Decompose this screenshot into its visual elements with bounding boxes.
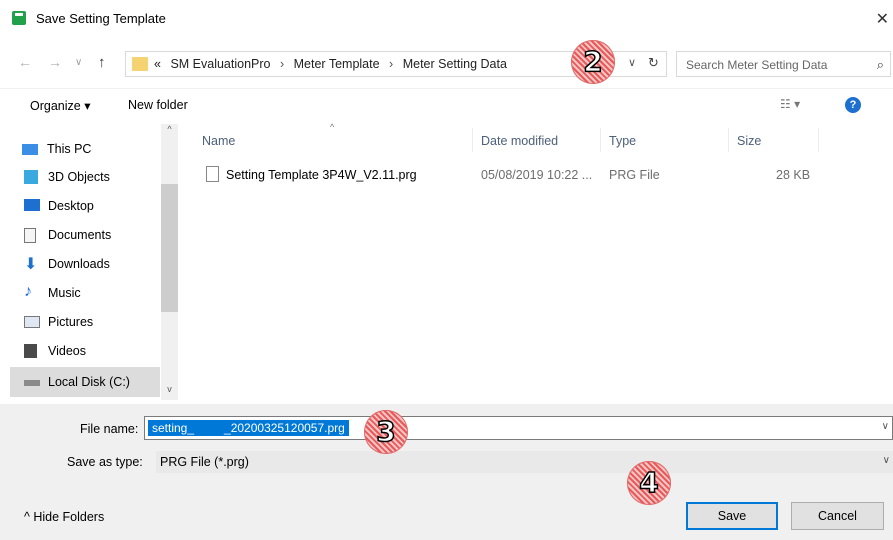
step-number: 2 — [583, 44, 604, 79]
save-type-value: PRG File (*.prg) — [160, 455, 249, 469]
sort-indicator-icon: ^ — [330, 122, 335, 132]
file-type: PRG File — [609, 168, 660, 182]
sidebar-item-videos[interactable]: Videos — [10, 338, 160, 364]
file-name-value[interactable]: setting_ _20200325120057.prg — [148, 420, 349, 436]
documents-icon — [24, 228, 36, 243]
column-header-name[interactable]: Name — [202, 134, 235, 148]
file-name-label: File name: — [80, 422, 139, 436]
refresh-icon[interactable]: ↻ — [648, 55, 659, 71]
sidebar-item-label: This PC — [47, 142, 92, 156]
hide-folders-button[interactable]: ^ Hide Folders — [24, 510, 104, 524]
help-icon[interactable]: ? — [845, 97, 861, 113]
column-divider[interactable] — [818, 128, 819, 152]
drive-icon — [24, 380, 40, 386]
scroll-down-icon[interactable]: v — [161, 384, 178, 394]
cube-icon — [24, 170, 38, 184]
sidebar-item-label: Desktop — [48, 199, 94, 213]
column-divider[interactable] — [728, 128, 729, 152]
save-button[interactable]: Save — [686, 502, 778, 530]
app-icon — [12, 11, 26, 25]
file-name-field[interactable]: setting_ _20200325120057.prg ∨ — [144, 416, 893, 440]
back-arrow-icon[interactable]: ← — [18, 54, 32, 70]
desktop-icon — [24, 199, 40, 211]
sidebar-item-3d-objects[interactable]: 3D Objects — [10, 164, 160, 190]
computer-icon — [22, 144, 38, 155]
chevron-down-icon[interactable]: ∨ — [628, 56, 636, 69]
sidebar-item-documents[interactable]: Documents — [10, 222, 160, 248]
command-bar: Organize ▾ New folder ☷ ▾ ? — [0, 88, 893, 120]
recent-locations-icon[interactable]: ∨ — [75, 57, 82, 68]
navigation-pane: This PC 3D Objects Desktop Documents ⬇ D… — [10, 124, 178, 400]
step-number: 4 — [639, 465, 660, 500]
sidebar-item-label: Local Disk (C:) — [48, 375, 130, 389]
sidebar-item-this-pc[interactable]: This PC — [10, 136, 160, 162]
column-divider[interactable] — [600, 128, 601, 152]
breadcrumb-item[interactable]: Meter Template — [294, 57, 380, 71]
save-type-select[interactable]: PRG File (*.prg) ∨ — [156, 451, 893, 473]
sidebar-item-desktop[interactable]: Desktop — [10, 193, 160, 219]
breadcrumb-separator: › — [279, 57, 285, 71]
save-type-label: Save as type: — [67, 455, 143, 469]
pictures-icon — [24, 316, 40, 328]
forward-arrow-icon[interactable]: → — [48, 54, 62, 70]
column-divider[interactable] — [472, 128, 473, 152]
file-row[interactable]: Setting Template 3P4W_V2.11.prg 05/08/20… — [196, 162, 836, 188]
new-folder-button[interactable]: New folder — [128, 98, 188, 112]
search-placeholder: Search Meter Setting Data — [686, 58, 828, 72]
sidebar-item-label: 3D Objects — [48, 170, 110, 184]
sidebar-item-downloads[interactable]: ⬇ Downloads — [10, 251, 160, 277]
sidebar-item-label: Music — [48, 286, 81, 300]
file-name: Setting Template 3P4W_V2.11.prg — [226, 168, 417, 182]
step-marker-3: 3 — [364, 410, 408, 454]
search-icon[interactable]: ⌕ — [877, 57, 884, 73]
breadcrumb: « SM EvaluationPro › Meter Template › Me… — [154, 57, 507, 71]
sidebar-item-label: Videos — [48, 344, 86, 358]
step-marker-4: 4 — [627, 461, 671, 505]
title-bar: Save Setting Template ✕ — [0, 0, 893, 38]
sidebar-item-label: Downloads — [48, 257, 110, 271]
scrollbar-thumb[interactable] — [161, 184, 178, 312]
breadcrumb-item[interactable]: Meter Setting Data — [403, 57, 507, 71]
file-date: 05/08/2019 10:22 ... — [481, 168, 593, 182]
folder-icon — [132, 57, 148, 71]
cancel-button[interactable]: Cancel — [791, 502, 884, 530]
organize-button[interactable]: Organize ▾ — [30, 98, 90, 113]
column-header-type[interactable]: Type — [609, 134, 636, 148]
column-header-size[interactable]: Size — [737, 134, 761, 148]
file-size: 28 KB — [776, 168, 811, 182]
chevron-down-icon[interactable]: ∨ — [883, 455, 890, 466]
breadcrumb-separator: › — [389, 57, 394, 71]
breadcrumb-item[interactable]: SM EvaluationPro — [170, 57, 270, 71]
view-options-icon[interactable]: ☷ ▾ — [780, 97, 800, 111]
close-icon[interactable]: ✕ — [876, 9, 889, 29]
up-arrow-icon[interactable]: ↑ — [98, 54, 106, 71]
search-input[interactable]: Search Meter Setting Data ⌕ — [676, 51, 891, 77]
sidebar-scrollbar[interactable] — [161, 124, 178, 400]
sidebar-item-label: Documents — [48, 228, 112, 242]
videos-icon — [24, 344, 37, 358]
chevron-down-icon[interactable]: ∨ — [882, 421, 889, 432]
step-marker-2: 2 — [571, 40, 615, 84]
downloads-icon: ⬇ — [24, 256, 38, 273]
sidebar-item-pictures[interactable]: Pictures — [10, 309, 160, 335]
sidebar-item-label: Pictures — [48, 315, 94, 329]
column-header-date[interactable]: Date modified — [481, 134, 558, 148]
music-icon: ♪ — [24, 283, 32, 300]
breadcrumb-overflow[interactable]: « — [154, 57, 161, 71]
scroll-up-icon[interactable]: ^ — [161, 124, 178, 134]
file-icon — [206, 166, 219, 182]
sidebar-item-music[interactable]: ♪ Music — [10, 280, 160, 306]
step-number: 3 — [376, 414, 397, 449]
sidebar-item-local-disk[interactable]: Local Disk (C:) — [10, 367, 160, 397]
window-title: Save Setting Template — [36, 11, 166, 26]
